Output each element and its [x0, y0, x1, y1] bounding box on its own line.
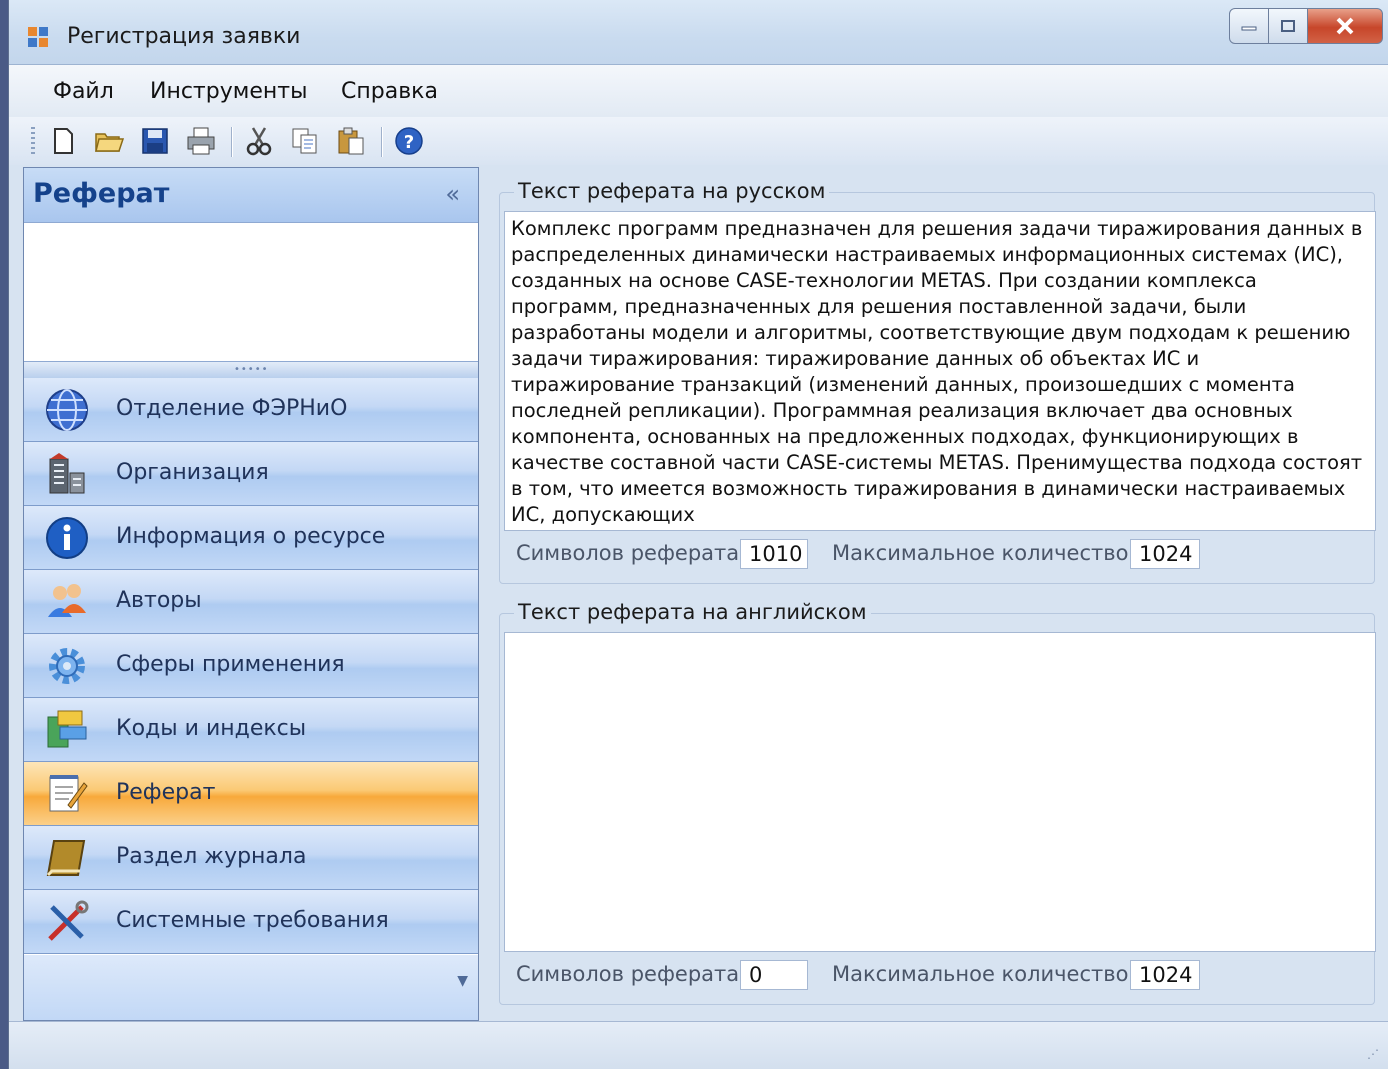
nav-item-abstract[interactable]: Реферат	[24, 762, 478, 826]
russian-max-label: Максимальное количество:	[832, 541, 1136, 565]
open-icon[interactable]	[93, 125, 125, 157]
nav-item-label: Отделение ФЭРНиО	[116, 396, 348, 421]
users-icon	[48, 584, 86, 617]
toolbar-separator	[381, 127, 383, 157]
nav-item-authors[interactable]: Авторы	[24, 570, 478, 634]
toolbar: ?	[9, 117, 1388, 165]
menu-file[interactable]: Файл	[53, 79, 114, 104]
window-title: Регистрация заявки	[67, 24, 301, 49]
codes-icon	[47, 710, 87, 748]
nav-pane-footer: ▼	[24, 955, 478, 1020]
maximize-icon	[1281, 20, 1295, 32]
nav-pane-body	[24, 223, 478, 361]
nav-item-organization[interactable]: Организация	[24, 442, 478, 506]
close-button[interactable]	[1308, 8, 1383, 44]
nav-pane-header: Реферат «	[24, 168, 478, 223]
nav-item-label: Информация о ресурсе	[116, 524, 386, 549]
print-icon[interactable]	[185, 125, 217, 157]
building-icon	[49, 453, 85, 494]
nav-item-label: Системные требования	[116, 908, 389, 933]
svg-text:?: ?	[404, 132, 414, 153]
english-abstract-textarea[interactable]	[504, 632, 1376, 952]
nav-item-label: Сферы применения	[116, 652, 345, 677]
navigation-pane: Реферат « ••••• Отделение ФЭРНиО Организ…	[23, 167, 479, 1021]
minimize-button[interactable]	[1229, 8, 1269, 44]
copy-icon[interactable]	[289, 125, 321, 157]
book-icon	[46, 840, 86, 877]
nav-item-label: Авторы	[116, 588, 202, 613]
tools-icon	[48, 900, 89, 941]
english-abstract-title: Текст реферата на английском	[514, 600, 871, 624]
menu-help[interactable]: Справка	[341, 79, 438, 104]
nav-item-system-requirements[interactable]: Системные требования	[24, 890, 478, 954]
resize-grip-icon[interactable]: ⋰	[1367, 1047, 1383, 1063]
maximize-button[interactable]	[1269, 8, 1308, 44]
help-icon[interactable]: ?	[393, 125, 425, 157]
nav-item-department[interactable]: Отделение ФЭРНиО	[24, 378, 478, 442]
main-window: Регистрация заявки Файл Инструменты Спра…	[8, 0, 1388, 1069]
russian-max-field: 1024	[1130, 539, 1200, 569]
russian-abstract-title: Текст реферата на русском	[514, 179, 830, 203]
nav-item-application-areas[interactable]: Сферы применения	[24, 634, 478, 698]
toolbar-grip[interactable]	[31, 127, 35, 157]
nav-splitter[interactable]: •••••	[24, 361, 478, 378]
close-icon	[1336, 17, 1354, 35]
content-area: Текст реферата на русском Комплекс прогр…	[489, 167, 1388, 1019]
nav-item-label: Коды и индексы	[116, 716, 307, 741]
paste-icon[interactable]	[335, 125, 367, 157]
cut-icon[interactable]	[243, 125, 275, 157]
english-max-field: 1024	[1130, 960, 1200, 990]
russian-count-label: Символов реферата:	[516, 541, 747, 565]
status-bar: ⋰	[9, 1021, 1388, 1069]
minimize-icon	[1241, 26, 1257, 31]
gear-icon	[49, 648, 85, 684]
nav-item-label: Организация	[116, 460, 269, 485]
russian-count-field: 1010	[740, 539, 808, 569]
nav-item-journal-section[interactable]: Раздел журнала	[24, 826, 478, 890]
russian-abstract-group: Текст реферата на русском Комплекс прогр…	[499, 179, 1376, 584]
app-icon	[28, 27, 48, 47]
nav-item-resource-info[interactable]: Информация о ресурсе	[24, 506, 478, 570]
nav-item-codes-indexes[interactable]: Коды и индексы	[24, 698, 478, 762]
splitter-grip-icon: •••••	[234, 364, 269, 375]
collapse-pane-button[interactable]: «	[445, 180, 460, 208]
menu-tools[interactable]: Инструменты	[150, 79, 307, 104]
english-max-label: Максимальное количество:	[832, 962, 1136, 986]
russian-abstract-textarea[interactable]: Комплекс программ предназначен для решен…	[504, 211, 1376, 531]
toolbar-separator	[231, 127, 233, 157]
info-icon	[46, 517, 88, 559]
english-count-field: 0	[740, 960, 808, 990]
new-icon[interactable]	[47, 125, 79, 157]
menu-bar: Файл Инструменты Справка	[9, 65, 1388, 117]
save-icon[interactable]	[139, 125, 171, 157]
title-bar[interactable]: Регистрация заявки	[9, 0, 1388, 65]
window-controls	[1229, 8, 1383, 44]
globe-icon	[46, 389, 88, 431]
overflow-menu-icon[interactable]: ▼	[457, 973, 468, 989]
nav-item-label: Реферат	[116, 780, 216, 805]
notepad-icon	[49, 775, 88, 812]
nav-item-label: Раздел журнала	[116, 844, 307, 869]
nav-pane-title: Реферат	[33, 178, 170, 209]
english-abstract-group: Текст реферата на английском Символов ре…	[499, 600, 1376, 1005]
english-count-label: Символов реферата:	[516, 962, 747, 986]
